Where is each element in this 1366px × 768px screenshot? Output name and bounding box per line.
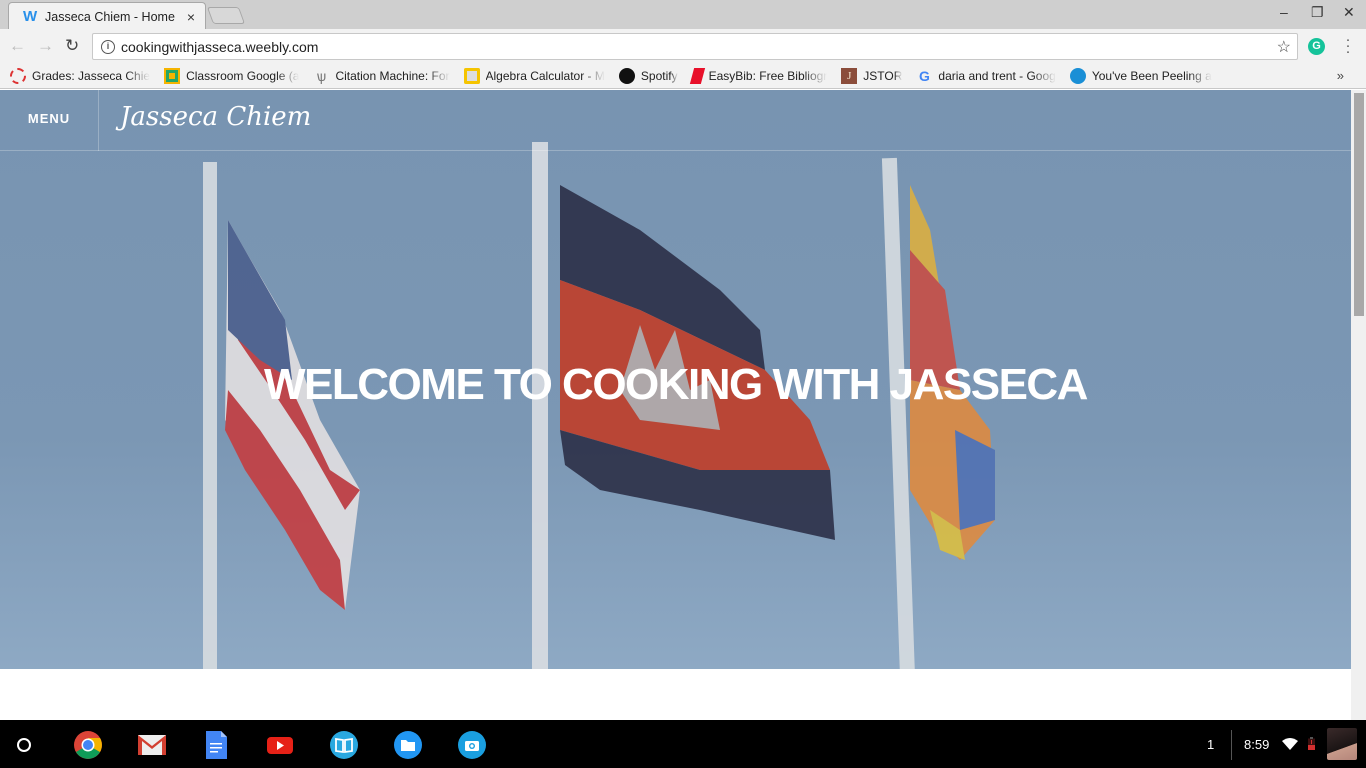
url-text[interactable]: cookingwithjasseca.weebly.com [121, 39, 318, 55]
books-app-icon[interactable] [329, 730, 359, 760]
weebly-icon: W [23, 7, 38, 25]
forward-button[interactable]: → [37, 37, 54, 55]
site-header: MENU Jasseca Chiem [0, 90, 1351, 151]
spotify-icon [618, 68, 635, 84]
chrome-menu-icon[interactable]: · · · [1345, 32, 1351, 59]
clock[interactable]: 8:59 [1244, 737, 1269, 752]
wifi-icon[interactable] [1282, 738, 1298, 750]
bookmark-easybib[interactable]: EasyBib: Free Bibliogr [689, 68, 827, 84]
web-page: MENU Jasseca Chiem WELCOME TO COOKING WI… [0, 90, 1351, 720]
hero-headline: WELCOME TO COOKING WITH JASSECA [264, 360, 1088, 409]
google-icon: G [918, 68, 930, 84]
jstor-icon: J [841, 68, 858, 84]
bookmarks-overflow-icon[interactable]: » [1337, 68, 1344, 83]
chrome-app-icon[interactable] [73, 730, 103, 760]
bookmark-algebra-calculator[interactable]: Algebra Calculator - M [463, 68, 605, 84]
bookmark-google[interactable]: G daria and trent - Goog [916, 68, 1056, 84]
tab-strip: W Jasseca Chiem - Home × – ❐ ✕ [0, 0, 1366, 30]
flagpole-right [881, 157, 915, 669]
tab-title: Jasseca Chiem - Home [45, 9, 175, 24]
battery-low-icon[interactable] [1308, 737, 1315, 750]
address-bar[interactable]: i cookingwithjasseca.weebly.com ☆ [92, 33, 1298, 60]
grades-icon [10, 68, 26, 84]
algebra-calculator-icon [463, 68, 480, 84]
bookmark-classroom[interactable]: Classroom Google (a [164, 68, 299, 84]
scrollbar-thumb[interactable] [1354, 93, 1364, 316]
browser-tab[interactable]: W Jasseca Chiem - Home × [8, 2, 206, 30]
bookmark-jstor[interactable]: J JSTOR [841, 68, 902, 84]
classroom-icon [164, 68, 181, 84]
menu-button[interactable]: MENU [0, 90, 99, 151]
files-app-icon[interactable] [393, 730, 423, 760]
page-scrollbar[interactable] [1351, 90, 1366, 720]
hero-banner: MENU Jasseca Chiem WELCOME TO COOKING WI… [0, 90, 1351, 669]
bookmarks-bar: Grades: Jasseca Chie Classroom Google (a… [0, 64, 1366, 89]
site-title-link[interactable]: Jasseca Chiem [120, 102, 311, 132]
peeling-icon [1069, 68, 1086, 84]
window-close-button[interactable]: ✕ [1343, 4, 1355, 21]
notification-count[interactable]: 1 [1207, 737, 1214, 752]
new-tab-button[interactable] [206, 7, 246, 24]
grammarly-icon[interactable]: G [1308, 38, 1325, 55]
os-shelf: 1 8:59 [0, 720, 1366, 768]
bookmark-spotify[interactable]: Spotify [618, 68, 678, 84]
docs-app-icon[interactable] [201, 730, 231, 760]
back-button[interactable]: ← [9, 37, 26, 55]
reload-button[interactable]: ↻ [65, 37, 79, 55]
bookmark-star-icon[interactable]: ☆ [1277, 37, 1291, 57]
restore-button[interactable]: ❐ [1311, 4, 1324, 21]
bookmark-citation-machine[interactable]: ѱ Citation Machine: For [313, 68, 450, 84]
citation-machine-icon: ѱ [316, 68, 327, 84]
bookmark-grades[interactable]: Grades: Jasseca Chie [10, 68, 150, 84]
us-flag-image [225, 220, 360, 610]
youtube-app-icon[interactable] [265, 730, 295, 760]
bookmark-peeling[interactable]: You've Been Peeling a [1069, 68, 1212, 84]
camera-app-icon[interactable] [457, 730, 487, 760]
launcher-button[interactable] [17, 738, 31, 752]
gmail-app-icon[interactable] [137, 730, 167, 760]
shelf-divider [1231, 730, 1232, 760]
tab-close-icon[interactable]: × [187, 9, 195, 25]
easybib-icon [689, 68, 705, 84]
browser-toolbar: ← → ↻ i cookingwithjasseca.weebly.com ☆ … [0, 29, 1366, 64]
info-icon[interactable]: i [101, 39, 115, 54]
minimize-button[interactable]: – [1280, 4, 1288, 20]
user-avatar[interactable] [1327, 728, 1357, 760]
flagpole-left [203, 162, 217, 669]
